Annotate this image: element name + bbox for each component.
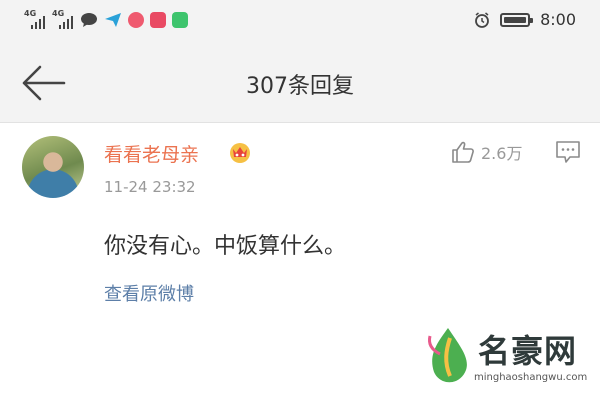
comment-text: 你没有心。中饭算什么。 [104, 234, 347, 259]
watermark-url: minghaoshangwu.com [474, 372, 588, 383]
send-icon [105, 13, 121, 27]
page-title: 307条回复 [246, 74, 354, 99]
timestamp: 11-24 23:32 [104, 178, 196, 196]
view-original-link[interactable]: 查看原微博 [104, 280, 194, 306]
username[interactable]: 看看老母亲 [104, 140, 199, 167]
alarm-icon [475, 11, 489, 28]
status-bar: 4G 4G 8:00 [0, 0, 600, 44]
watermark: 名豪网 minghaoshangwu.com [420, 318, 590, 398]
vip-crown-icon [230, 143, 250, 163]
app-icon [128, 12, 144, 28]
chat-icon [81, 13, 97, 27]
status-time: 8:00 [540, 10, 576, 29]
nav-bar: 307条回复 [0, 44, 600, 123]
like-button[interactable]: 2.6万 [451, 140, 522, 164]
comment-reply-icon[interactable] [555, 140, 581, 164]
watermark-name: 名豪网 [478, 332, 578, 370]
app-icon [172, 12, 188, 28]
avatar[interactable] [22, 136, 84, 198]
watermark-logo-icon [428, 328, 467, 383]
thumbs-up-icon [452, 141, 474, 163]
signal-icon: 4G [24, 10, 46, 30]
battery-icon [500, 12, 534, 27]
status-left: 4G 4G [24, 10, 188, 30]
signal-icon: 4G [52, 10, 74, 30]
app-icon [150, 12, 166, 28]
status-right: 8:00 [474, 10, 576, 29]
like-count: 2.6万 [481, 144, 523, 163]
